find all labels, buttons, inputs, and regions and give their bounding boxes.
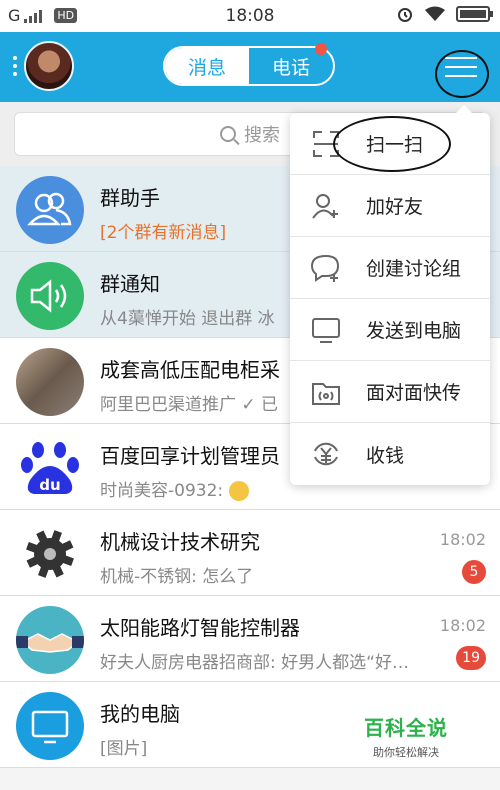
handshake-icon bbox=[16, 633, 84, 653]
annotation-circle-menu bbox=[435, 50, 489, 98]
avatar bbox=[16, 348, 84, 416]
chat-title: 机械设计技术研究 bbox=[100, 530, 260, 554]
status-bar: G HD 18:08 bbox=[0, 0, 500, 32]
list-item[interactable]: 机械设计技术研究 机械-不锈钢: 怎么了 18:02 5 bbox=[0, 510, 500, 596]
gear-avatar bbox=[16, 520, 84, 588]
chat-bubble-icon bbox=[310, 254, 340, 282]
menu-item-send-to-pc[interactable]: 发送到电脑 bbox=[290, 299, 490, 361]
add-friend-icon bbox=[312, 194, 338, 219]
chat-title: 我的电脑 bbox=[100, 702, 180, 726]
status-right bbox=[396, 5, 493, 23]
baidu-logo-avatar: du bbox=[16, 434, 84, 502]
group-icon bbox=[27, 192, 72, 226]
menu-item-receive-money[interactable]: 收钱 bbox=[290, 423, 490, 485]
chat-title: 群通知 bbox=[100, 272, 160, 296]
chat-title: 群助手 bbox=[100, 186, 160, 210]
chat-preview: 机械-不锈钢: 怎么了 bbox=[100, 567, 254, 587]
folder-transfer-icon bbox=[312, 383, 340, 405]
battery-icon bbox=[456, 6, 493, 22]
watermark: 百科全说 助你轻松解决 bbox=[350, 707, 462, 763]
avatar[interactable] bbox=[24, 41, 74, 91]
annotation-circle-scan bbox=[333, 116, 451, 172]
chat-preview: 从4蕖惮开始 退出群 冰 bbox=[100, 309, 275, 329]
menu-label: 创建讨论组 bbox=[366, 258, 462, 280]
list-item[interactable]: 太阳能路灯智能控制器 好夫人厨房电器招商部: 好男人都选“好… 18:02 19 bbox=[0, 596, 500, 682]
speaker-icon bbox=[30, 279, 67, 313]
monitor-icon bbox=[31, 710, 69, 744]
gear-icon bbox=[26, 530, 74, 578]
yuan-icon bbox=[314, 442, 338, 466]
svg-text:du: du bbox=[39, 476, 60, 494]
chat-title: 太阳能路灯智能控制器 bbox=[100, 616, 300, 640]
menu-item-face-transfer[interactable]: 面对面快传 bbox=[290, 361, 490, 423]
menu-label: 加好友 bbox=[366, 196, 424, 218]
wifi-icon bbox=[425, 6, 445, 21]
unread-badge: 5 bbox=[462, 560, 486, 584]
watermark-subtitle: 助你轻松解决 bbox=[373, 746, 439, 759]
menu-label: 收钱 bbox=[366, 444, 405, 467]
baidu-paw-icon: du bbox=[21, 442, 79, 494]
tab-calls[interactable]: 电话 bbox=[249, 43, 333, 84]
chat-preview: [2个群有新消息] bbox=[100, 223, 227, 243]
group-helper-avatar bbox=[16, 176, 84, 244]
menu-item-create-group[interactable]: 创建讨论组 bbox=[290, 237, 490, 299]
unread-dot bbox=[315, 43, 327, 55]
tab-calls-label: 电话 bbox=[271, 56, 310, 79]
monitor-icon bbox=[312, 318, 340, 343]
emoji-icon bbox=[228, 481, 249, 501]
chat-preview: 时尚美容-0932: bbox=[100, 476, 249, 501]
search-icon bbox=[220, 126, 236, 142]
chat-preview: 好夫人厨房电器招商部: 好男人都选“好… bbox=[100, 653, 409, 673]
chat-preview: 阿里巴巴渠道推广 ✓ 已 bbox=[100, 395, 279, 415]
app-header: 消息 电话 bbox=[0, 32, 500, 102]
chat-title: 百度回享计划管理员 bbox=[100, 444, 280, 468]
chat-time: 18:02 bbox=[439, 530, 486, 549]
search-placeholder: 搜索 bbox=[244, 125, 280, 146]
more-dots-icon[interactable] bbox=[13, 56, 17, 80]
menu-label: 面对面快传 bbox=[366, 382, 462, 404]
menu-label: 发送到电脑 bbox=[366, 320, 462, 342]
handshake-avatar bbox=[16, 606, 84, 674]
menu-item-add-friend[interactable]: 加好友 bbox=[290, 175, 490, 237]
chat-time: 18:02 bbox=[439, 616, 486, 635]
alarm-icon bbox=[398, 8, 412, 22]
my-computer-avatar bbox=[16, 692, 84, 760]
tab-messages[interactable]: 消息 bbox=[165, 48, 249, 84]
chat-preview-text: 时尚美容-0932: bbox=[100, 481, 229, 501]
group-notice-avatar bbox=[16, 262, 84, 330]
chat-preview: [图片] bbox=[100, 739, 148, 759]
chat-title: 成套高低压配电柜采 bbox=[100, 358, 280, 382]
tab-switcher: 消息 电话 bbox=[163, 43, 335, 86]
unread-badge: 19 bbox=[456, 646, 486, 670]
watermark-title: 百科全说 bbox=[364, 716, 448, 740]
